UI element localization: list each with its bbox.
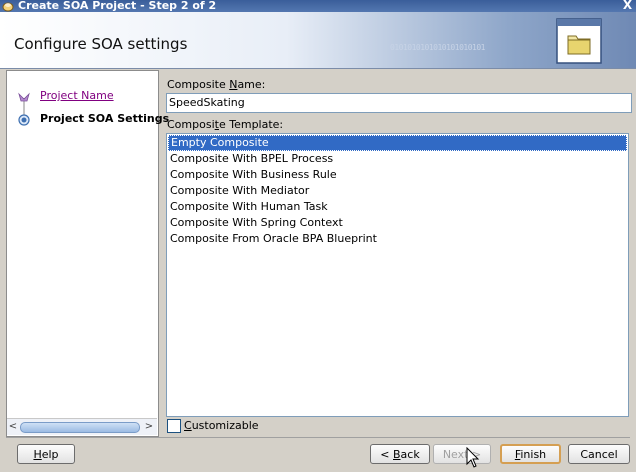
button-mnemonic: H <box>33 448 42 461</box>
wizard-steps-panel: Project Name Project SOA Settings <box>6 70 169 437</box>
app-icon <box>2 2 14 12</box>
button-text: elp <box>41 448 59 461</box>
list-item[interactable]: Composite With Human Task <box>168 199 627 215</box>
footer-divider <box>6 437 630 438</box>
composite-name-field[interactable]: SpeedSkating <box>166 93 632 113</box>
label-text: e Template: <box>218 118 284 131</box>
label-text: Composite <box>167 78 230 91</box>
step-train-icon <box>18 92 30 126</box>
button-mnemonic: B <box>393 448 401 461</box>
title-bar[interactable]: Create SOA Project - Step 2 of 2 X <box>0 0 636 12</box>
button-text: ack <box>400 448 420 461</box>
binary-decoration: 0101010101010101010101 <box>390 43 485 52</box>
label-text: ustomizable <box>191 419 259 432</box>
customizable-label[interactable]: Customizable <box>184 419 259 432</box>
composite-template-list[interactable]: Empty Composite Composite With BPEL Proc… <box>166 133 629 417</box>
button-text: inish <box>520 448 547 461</box>
cancel-button[interactable]: Cancel <box>568 444 630 464</box>
label-mnemonic: C <box>184 419 192 432</box>
list-item[interactable]: Composite With Mediator <box>168 183 627 199</box>
scrollbar-thumb[interactable] <box>20 422 140 433</box>
window-title: Create SOA Project - Step 2 of 2 <box>18 0 217 12</box>
list-item[interactable]: Composite From Oracle BPA Blueprint <box>168 231 627 247</box>
list-item[interactable]: Composite With BPEL Process <box>168 151 627 167</box>
label-text: Composi <box>167 118 215 131</box>
composite-name-label: Composite Name: <box>167 78 265 91</box>
button-text: < <box>380 448 393 461</box>
list-item[interactable]: Composite With Spring Context <box>168 215 627 231</box>
finish-button[interactable]: Finish <box>500 444 561 464</box>
nav-horizontal-scrollbar[interactable]: < > <box>7 418 157 435</box>
customizable-checkbox[interactable] <box>167 419 181 433</box>
scroll-right-icon[interactable]: > <box>143 420 155 434</box>
help-button[interactable]: Help <box>17 444 75 464</box>
step-project-name[interactable]: Project Name <box>40 89 114 102</box>
list-item[interactable]: Empty Composite <box>168 135 627 151</box>
page-title: Configure SOA settings <box>14 35 188 53</box>
folder-icon <box>556 18 602 64</box>
scroll-left-icon[interactable]: < <box>7 420 19 434</box>
next-button[interactable]: Next > <box>433 444 491 464</box>
mouse-cursor-icon <box>466 447 480 468</box>
label-text: ame: <box>237 78 266 91</box>
back-button[interactable]: < Back <box>370 444 430 464</box>
composite-template-label: Composite Template: <box>167 118 283 131</box>
close-icon[interactable]: X <box>620 0 635 12</box>
step-project-soa-settings[interactable]: Project SOA Settings <box>40 112 169 125</box>
list-item[interactable]: Composite With Business Rule <box>168 167 627 183</box>
